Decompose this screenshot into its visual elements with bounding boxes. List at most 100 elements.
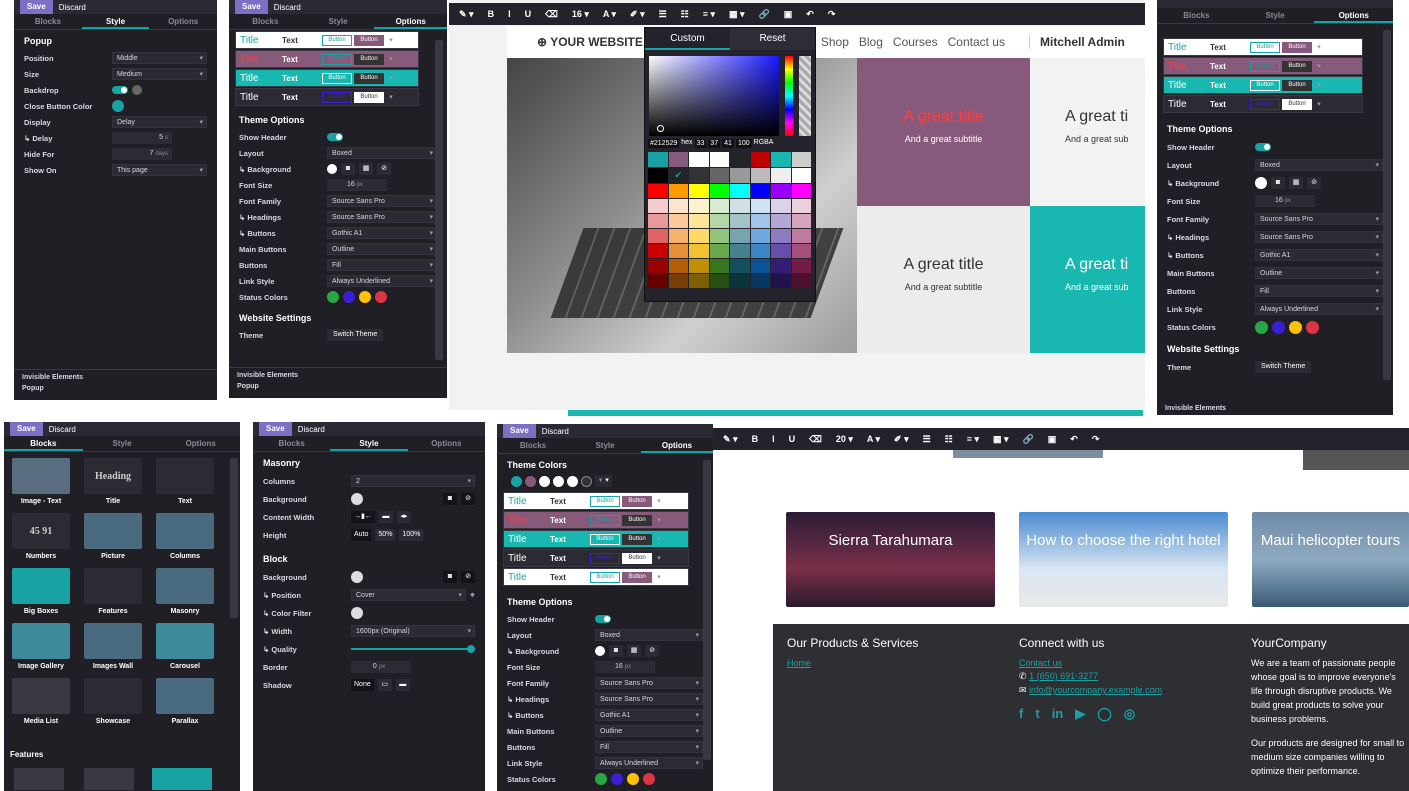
discard-button[interactable]: Discard <box>59 3 86 12</box>
invisible-element-popup[interactable]: Popup <box>22 385 209 392</box>
chevron-down-icon[interactable]: ▾ <box>652 573 666 581</box>
block-snippet[interactable]: Big Boxes <box>6 564 76 618</box>
palette-color-swatch[interactable] <box>709 199 729 213</box>
tab-options[interactable]: Options <box>374 14 447 29</box>
shadow-inset-icon[interactable]: ▬ <box>395 679 410 691</box>
switch-theme-button[interactable]: Switch Theme <box>1255 361 1312 373</box>
blog-card-hotel[interactable]: How to choose the right hotel <box>1019 512 1228 607</box>
buttons-select[interactable]: Fill <box>595 741 703 753</box>
block-snippet[interactable]: Showcase <box>78 674 148 728</box>
palette-color-swatch[interactable] <box>648 214 668 228</box>
toolbar-button[interactable]: 16 ▾ <box>572 9 589 20</box>
chevron-down-icon[interactable]: ▾ <box>384 93 398 101</box>
display-select[interactable]: Delay <box>112 116 207 128</box>
tab-style[interactable]: Style <box>302 14 375 29</box>
facebook-icon[interactable]: f <box>1019 706 1023 722</box>
tab-options[interactable]: Options <box>408 436 485 451</box>
theme-color-light[interactable] <box>539 475 550 487</box>
palette-color-swatch[interactable] <box>791 229 811 243</box>
headings-font-select[interactable]: Source Sans Pro <box>1255 231 1383 243</box>
layout-select[interactable]: Boxed <box>595 629 703 641</box>
saturation-area[interactable] <box>649 56 779 136</box>
hide-for-input[interactable]: 7 days <box>112 148 172 160</box>
palette-color-swatch[interactable] <box>668 259 688 273</box>
palette-color-swatch[interactable] <box>668 244 688 258</box>
toolbar-button[interactable]: ▦ ▾ <box>993 434 1009 445</box>
palette-color-swatch[interactable] <box>750 229 770 243</box>
palette-color-swatch[interactable] <box>709 229 729 243</box>
linkedin-icon[interactable]: in <box>1052 706 1064 722</box>
chevron-down-icon[interactable]: ▾ <box>1312 100 1326 108</box>
chevron-down-icon[interactable]: ▾ <box>652 554 666 562</box>
none-icon[interactable]: ⊘ <box>461 571 475 583</box>
palette-color-swatch[interactable] <box>791 259 811 273</box>
picker-tab-custom[interactable]: Custom <box>645 28 730 50</box>
font-size-input[interactable]: 16 px <box>595 661 655 673</box>
toolbar-button[interactable]: ☷ <box>945 434 953 445</box>
backdrop-toggle[interactable] <box>112 86 128 94</box>
palette-color-swatch[interactable] <box>689 274 709 288</box>
toolbar-button[interactable]: ↶ <box>1070 434 1078 445</box>
palette-color-swatch[interactable] <box>730 152 750 167</box>
email-link[interactable]: info@yourcompany.example.com <box>1029 685 1162 695</box>
toolbar-button[interactable]: ✎ ▾ <box>459 9 474 20</box>
palette-color-swatch[interactable] <box>689 259 709 273</box>
color-preset-row[interactable]: Title Text Button Button ▾ <box>235 88 419 106</box>
palette-color-swatch[interactable] <box>750 259 770 273</box>
toolbar-button[interactable]: 🔗 <box>759 9 770 20</box>
color-preset-row[interactable]: Title Text Button Button ▾ <box>235 31 419 49</box>
background-color-swatch[interactable] <box>327 164 337 174</box>
headings-font-select[interactable]: Source Sans Pro <box>595 693 703 705</box>
main-buttons-select[interactable]: Outline <box>327 243 437 255</box>
palette-color-swatch[interactable] <box>668 229 688 243</box>
status-color-warning[interactable] <box>1289 320 1302 334</box>
palette-color-swatch[interactable] <box>791 244 811 258</box>
block-snippet[interactable]: Masonry <box>150 564 220 618</box>
toolbar-button[interactable]: ⌫ <box>809 434 822 445</box>
palette-color-swatch[interactable] <box>771 152 791 167</box>
toolbar-button[interactable]: ≡ ▾ <box>967 434 979 445</box>
palette-color-swatch[interactable] <box>791 214 811 228</box>
palette-color-swatch[interactable] <box>750 152 770 167</box>
font-family-select[interactable]: Source Sans Pro <box>595 677 703 689</box>
nav-link[interactable]: Contact us <box>948 35 1005 49</box>
toolbar-button[interactable]: A ▾ <box>867 434 880 445</box>
palette-color-swatch[interactable] <box>730 274 750 288</box>
height-auto-button[interactable]: Auto <box>351 529 372 541</box>
palette-color-swatch[interactable] <box>668 199 688 213</box>
palette-color-swatch[interactable] <box>709 168 729 183</box>
hex-input[interactable]: #212529 <box>648 139 680 148</box>
palette-color-swatch[interactable] <box>730 244 750 258</box>
block-snippet[interactable]: Heading Title <box>78 454 148 508</box>
masonry-cell-purple[interactable]: A great title And a great subtitle <box>857 58 1030 206</box>
palette-color-swatch[interactable] <box>771 214 791 228</box>
palette-color-swatch[interactable] <box>668 214 688 228</box>
color-preset-row[interactable]: Title Text Button Button ▾ <box>1163 38 1363 56</box>
tab-style[interactable]: Style <box>83 436 162 451</box>
palette-color-swatch[interactable] <box>648 184 668 198</box>
status-color-success[interactable] <box>327 291 339 303</box>
palette-color-swatch[interactable] <box>791 184 811 198</box>
toolbar-button[interactable]: I <box>508 9 511 19</box>
discard-button[interactable]: Discard <box>274 3 301 12</box>
hue-slider[interactable] <box>785 56 793 136</box>
block-snippet[interactable]: Text <box>150 454 220 508</box>
features-block-thumb[interactable] <box>152 768 212 790</box>
block-snippet[interactable]: Picture <box>78 509 148 563</box>
shadow-none-button[interactable]: None <box>351 679 374 691</box>
color-preset-row[interactable]: Title Text Button Button ▾ <box>503 568 689 586</box>
palette-color-swatch[interactable] <box>668 184 688 198</box>
palette-color-swatch[interactable] <box>648 199 668 213</box>
status-color-danger[interactable] <box>643 773 655 785</box>
link-style-select[interactable]: Always Underlined <box>1255 303 1383 315</box>
font-size-input[interactable]: 16 px <box>327 179 387 191</box>
toolbar-button[interactable]: ≡ ▾ <box>703 9 715 20</box>
toolbar-button[interactable]: A ▾ <box>603 9 616 20</box>
palette-color-swatch[interactable] <box>750 244 770 258</box>
palette-color-swatch[interactable] <box>791 199 811 213</box>
masonry-cell-teal[interactable]: A great ti And a great sub <box>1030 206 1145 353</box>
palette-color-swatch[interactable] <box>730 259 750 273</box>
palette-color-swatch[interactable] <box>689 214 709 228</box>
palette-color-swatch[interactable] <box>689 152 709 167</box>
alpha-input[interactable]: 100 <box>735 139 752 148</box>
